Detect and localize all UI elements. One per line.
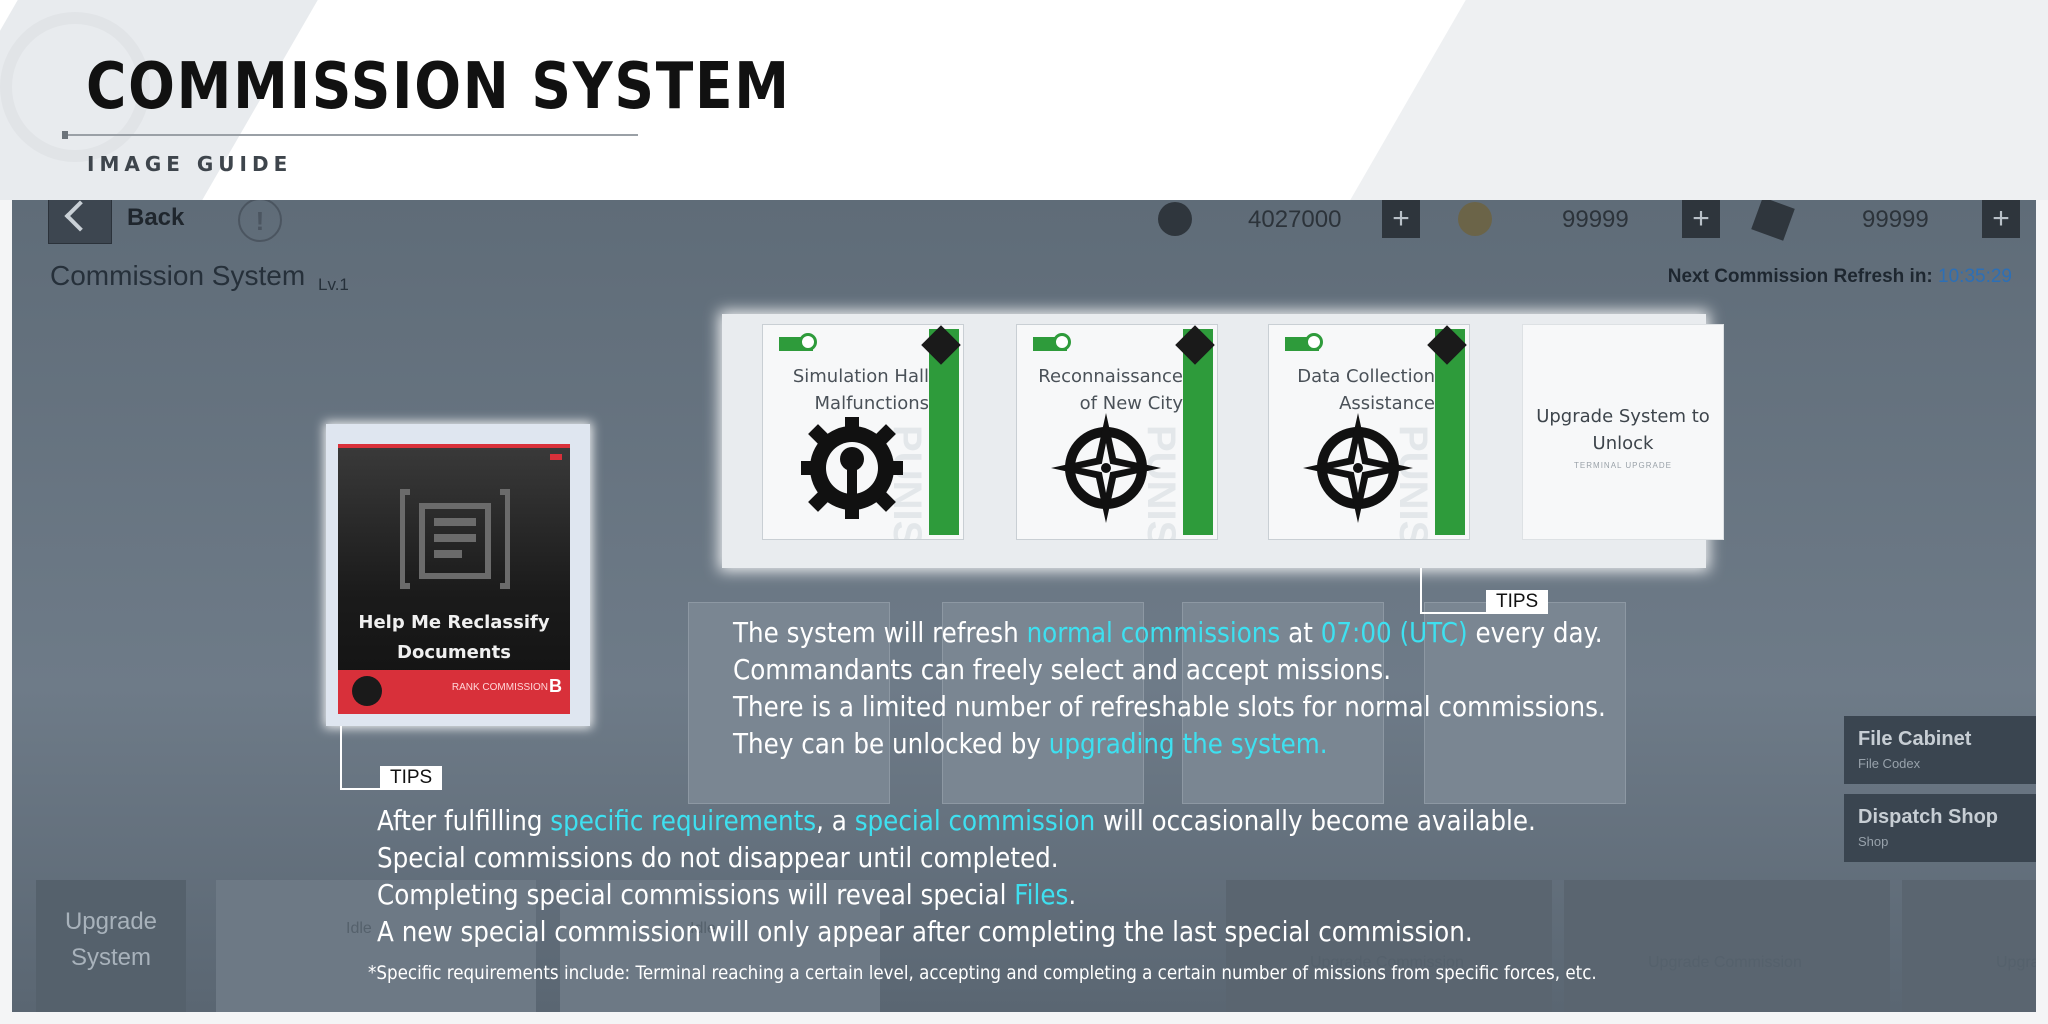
faction-logo-icon: [352, 676, 382, 706]
refresh-timer: Next Commission Refresh in: 10:35:29: [1668, 266, 2012, 288]
button-title: Dispatch Shop: [1858, 806, 1999, 828]
resource-value: 99999: [1562, 206, 1629, 233]
tip-line: A new special commission will only appea…: [377, 913, 1536, 950]
dispatch-shop-button[interactable]: Dispatch Shop Shop: [1844, 794, 2036, 862]
commission-slot[interactable]: Upgra: [1902, 880, 2036, 1012]
button-subtitle: Shop: [1858, 834, 1889, 849]
page-title: Commission System: [50, 260, 306, 291]
tip-segment: Special commissions do not disappear unt…: [377, 841, 1059, 874]
tip-highlight: 07:00 (UTC): [1320, 616, 1468, 649]
compass-emblem-icon: [1051, 413, 1161, 523]
document-icon: [400, 489, 510, 589]
tip-line: Completing special commissions will reve…: [377, 876, 1536, 913]
refresh-time: 10:35:29: [1938, 266, 2012, 287]
title-divider: [64, 134, 638, 136]
file-cabinet-button[interactable]: File Cabinet File Codex: [1844, 716, 2036, 784]
upgrade-label: Upgrade System: [64, 908, 158, 971]
button-subtitle: File Codex: [1858, 756, 1921, 771]
normal-commission-tips: The system will refresh normal commissio…: [733, 614, 1606, 762]
tip-segment: There is a limited number of refreshable…: [733, 690, 1606, 723]
card-tag-ring: [799, 333, 817, 351]
add-flag-button[interactable]: +: [1982, 200, 2020, 238]
commission-name: Simulation Hall Malfunctions: [792, 366, 929, 414]
rank-bar: RANK COMMISSION B: [338, 670, 570, 714]
tip-segment: The system will refresh: [733, 616, 1027, 649]
info-icon[interactable]: !: [238, 200, 282, 242]
tip-line: Commandants can freely select and accept…: [733, 651, 1606, 688]
tips-label: TIPS: [380, 766, 443, 790]
tip-segment: After fulfilling: [377, 804, 551, 837]
rank-grade: B: [549, 676, 562, 696]
tips-connector: [340, 788, 382, 790]
tip-segment: A new special commission will only appea…: [377, 915, 1473, 948]
tip-highlight: specific requirements: [550, 804, 817, 837]
gear-emblem-icon: [801, 417, 903, 519]
add-coin-button[interactable]: +: [1382, 200, 1420, 238]
locked-slot-sub: TERMINAL UPGRADE: [1574, 461, 1672, 470]
tips-label: TIPS: [1486, 590, 1549, 614]
guide-title: COMMISSION SYSTEM: [86, 50, 791, 124]
card-tag-ring: [1053, 333, 1071, 351]
commission-card[interactable]: PUNISH Reconnaissance of New City: [1016, 324, 1218, 540]
slot-status: Idle: [346, 920, 372, 937]
commission-name: Reconnaissance of New City: [1038, 366, 1183, 414]
back-label: Back: [127, 204, 185, 231]
commission-card[interactable]: PUNISH Data Collection Assistance: [1268, 324, 1470, 540]
slot-status: Upgrade Commission: [1648, 954, 1802, 971]
tip-segment: will occasionally become available.: [1095, 804, 1536, 837]
footnote: *Specific requirements include: Terminal…: [368, 962, 1597, 984]
tip-segment: .: [1068, 878, 1077, 911]
button-title: File Cabinet: [1858, 728, 1972, 750]
add-medal-button[interactable]: +: [1682, 200, 1720, 238]
special-commission-name: Help Me Reclassify Documents: [358, 612, 550, 663]
tip-segment: They can be unlocked by: [733, 727, 1049, 760]
tips-connector: [340, 726, 342, 790]
tip-line: They can be unlocked by upgrading the sy…: [733, 725, 1606, 762]
tip-segment: every day.: [1467, 616, 1603, 649]
tip-highlight: Files: [1014, 878, 1069, 911]
guide-header: COMMISSION SYSTEM IMAGE GUIDE: [0, 0, 2048, 200]
locked-commission-slot[interactable]: Upgrade System to Unlock TERMINAL UPGRAD…: [1522, 324, 1724, 540]
tips-connector: [1420, 568, 1422, 614]
tip-highlight: upgrading the system.: [1048, 727, 1328, 760]
commission-card[interactable]: PUNISH Simulation Hall Malfunctions: [762, 324, 964, 540]
special-commission-card[interactable]: Help Me Reclassify Documents RANK COMMIS…: [338, 444, 570, 714]
special-commission-tips: After fulfilling specific requirements, …: [377, 802, 1536, 950]
resource-value: 4027000: [1248, 206, 1342, 233]
locked-slot-label: Upgrade System to Unlock: [1536, 406, 1710, 454]
tip-segment: Commandants can freely select and accept…: [733, 653, 1392, 686]
tip-segment: Completing special commissions will reve…: [377, 878, 1015, 911]
medal-icon: [1458, 202, 1492, 236]
chevron-left-icon: [64, 200, 96, 232]
tip-segment: , a: [816, 804, 855, 837]
refresh-label: Next Commission Refresh in:: [1667, 266, 1933, 287]
tip-highlight: normal commissions: [1026, 616, 1281, 649]
guide-subtitle: IMAGE GUIDE: [87, 152, 293, 176]
tip-line: After fulfilling specific requirements, …: [377, 802, 1536, 839]
upgrade-system-button[interactable]: Upgrade System: [36, 880, 186, 1012]
tip-line: Special commissions do not disappear unt…: [377, 839, 1536, 876]
compass-emblem-icon: [1303, 413, 1413, 523]
card-top-accent: [338, 444, 570, 448]
commission-slot[interactable]: Upgrade Commission: [1564, 880, 1890, 1012]
coin-icon: [1158, 202, 1192, 236]
tip-line: The system will refresh normal commissio…: [733, 614, 1606, 651]
rank-text: RANK COMMISSION: [451, 682, 548, 693]
back-button[interactable]: [48, 200, 112, 244]
title-divider-dot: [62, 131, 68, 139]
slot-status: Upgra: [1996, 954, 2036, 971]
header-decoration: [1350, 0, 2048, 200]
tip-line: There is a limited number of refreshable…: [733, 688, 1606, 725]
tip-highlight: special commission: [854, 804, 1096, 837]
card-tag-ring: [1305, 333, 1323, 351]
resource-value: 99999: [1862, 206, 1929, 233]
card-corner-marker: [550, 454, 562, 460]
level-badge: Lv.1: [318, 275, 349, 294]
tip-segment: at: [1280, 616, 1321, 649]
commission-name: Data Collection Assistance: [1297, 366, 1435, 414]
